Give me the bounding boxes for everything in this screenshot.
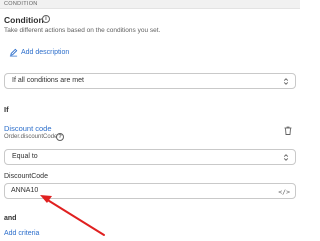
if-label: If: [4, 105, 9, 114]
code-icon[interactable]: </>: [278, 188, 290, 196]
and-label: and: [4, 215, 17, 222]
value-field-label: DiscountCode: [4, 173, 48, 180]
operator-select[interactable]: Equal to: [4, 149, 296, 165]
section-title: Condition: [4, 15, 44, 25]
operator-value: Equal to: [12, 153, 38, 160]
add-description-label: Add description: [21, 49, 70, 56]
trash-icon[interactable]: [284, 126, 292, 135]
select-chevron-icon: [283, 154, 289, 161]
select-chevron-icon: [283, 78, 289, 85]
match-condition-value: If all conditions are met: [12, 77, 84, 84]
panel-header: CONDITION: [0, 0, 300, 9]
question-icon[interactable]: ?: [56, 133, 64, 141]
info-icon[interactable]: i: [42, 15, 50, 23]
add-description-button[interactable]: Add description: [9, 48, 69, 57]
condition-field-link[interactable]: Discount code: [4, 124, 52, 133]
annotation-arrow: [40, 195, 105, 236]
discount-code-value: ANNA10: [11, 187, 39, 194]
add-criteria-link[interactable]: Add criteria: [4, 230, 39, 237]
discount-code-input[interactable]: ANNA10 </>: [4, 183, 296, 199]
condition-field-path: Order.discountCode: [4, 134, 58, 140]
header-label: CONDITION: [4, 1, 38, 7]
pen-icon: [9, 48, 18, 57]
match-condition-select[interactable]: If all conditions are met: [4, 73, 296, 89]
section-description: Take different actions based on the cond…: [4, 27, 161, 34]
